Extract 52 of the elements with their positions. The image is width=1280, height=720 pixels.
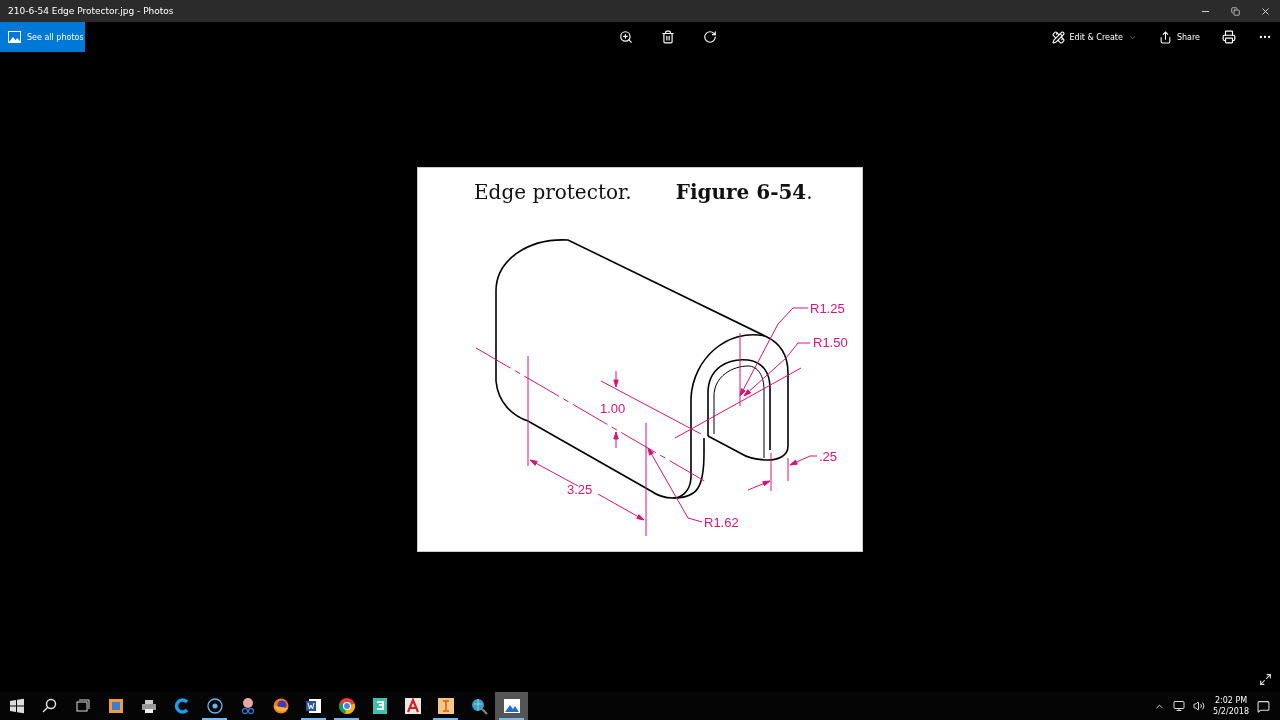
app-icon[interactable]: [436, 697, 455, 715]
dimension-label: R1.25: [810, 300, 845, 316]
app-icon[interactable]: [370, 697, 389, 715]
app-icon[interactable]: [403, 697, 422, 715]
rotate-button[interactable]: [703, 30, 718, 44]
printer-icon[interactable]: [139, 697, 158, 715]
zoom-in-button[interactable]: [619, 30, 634, 44]
dimension-label: 3.25: [567, 481, 593, 497]
clock-date: 5/2/2018: [1213, 706, 1249, 717]
zoom-in-icon: [619, 30, 634, 44]
running-indicator: [499, 718, 524, 720]
dimension-label: R1.62: [704, 514, 739, 530]
trash-icon: [661, 30, 676, 44]
browser-icon[interactable]: [337, 697, 356, 715]
delete-button[interactable]: [661, 30, 676, 44]
target-icon[interactable]: [205, 697, 224, 715]
print-button[interactable]: [1222, 30, 1236, 44]
running-indicator: [202, 718, 227, 720]
figure-number: Figure 6-54.: [675, 179, 813, 204]
share-button[interactable]: Share: [1158, 30, 1200, 44]
running-indicator: [334, 718, 359, 720]
dimension-label: 1.00: [600, 400, 626, 416]
restore-icon: [1230, 6, 1240, 16]
photos-icon: [8, 31, 21, 43]
app-icon[interactable]: [172, 697, 191, 715]
running-indicator: [301, 718, 326, 720]
browser-icon[interactable]: [271, 697, 290, 715]
document-app-icon[interactable]: [304, 697, 323, 715]
dimension-label: .25: [819, 448, 838, 464]
window-title: 210-6-54 Edge Protector.jpg - Photos: [8, 6, 175, 16]
figure-caption: Edge protector.: [474, 179, 632, 204]
clock-time: 2:02 PM: [1214, 695, 1248, 706]
photos-icon[interactable]: [502, 697, 521, 715]
close-icon: [1259, 5, 1271, 17]
rotate-icon: [703, 30, 718, 44]
full-screen-button[interactable]: [1259, 673, 1272, 686]
windows-icon[interactable]: [7, 697, 26, 715]
network-icon[interactable]: [1173, 700, 1186, 712]
edit-create-button[interactable]: Edit & Create: [1051, 30, 1137, 44]
search-icon[interactable]: [40, 697, 59, 715]
globe-search-icon[interactable]: [469, 697, 488, 715]
expand-icon: [1259, 673, 1272, 686]
dimension-label: R1.50: [813, 334, 848, 350]
volume-icon[interactable]: [1193, 700, 1206, 712]
notifications-icon[interactable]: [1257, 699, 1270, 713]
app-icon[interactable]: [106, 697, 125, 715]
running-indicator: [433, 718, 458, 720]
task-view-icon[interactable]: [73, 697, 92, 715]
pencil-ruler-icon: [1051, 30, 1065, 44]
see-all-photos-button[interactable]: See all photos: [0, 22, 85, 52]
share-icon: [1158, 30, 1172, 44]
printer-icon: [1222, 30, 1236, 44]
